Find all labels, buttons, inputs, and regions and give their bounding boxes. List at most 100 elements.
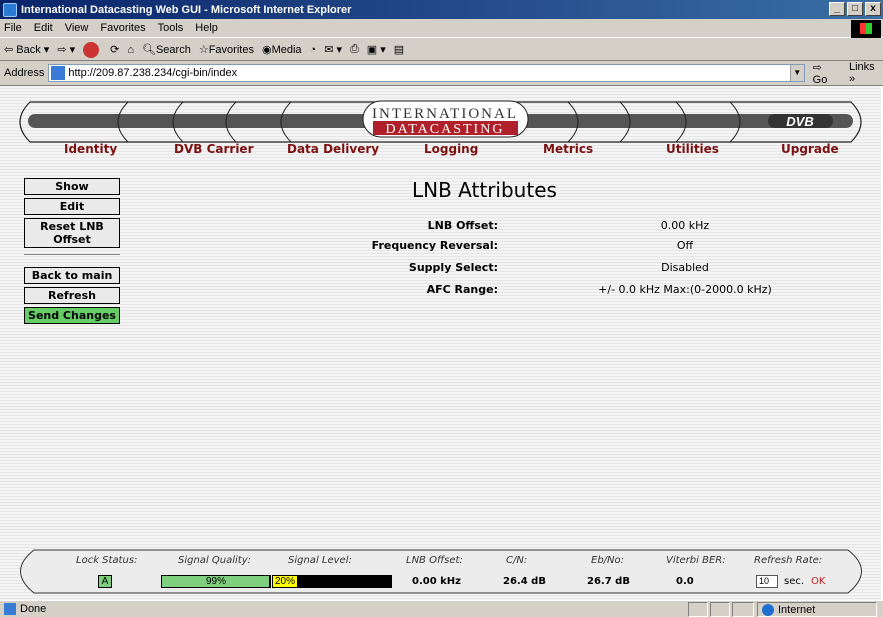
discuss-icon: ▤ — [393, 44, 405, 56]
signal-status-panel: Lock Status: Signal Quality: Signal Leve… — [6, 549, 876, 594]
edit-page-button[interactable]: ▣ ▾ — [367, 43, 386, 56]
media-icon: ◉ — [261, 44, 272, 56]
main-nav: Identity DVB Carrier Data Delivery Loggi… — [0, 142, 883, 160]
page-done-icon — [4, 603, 16, 615]
internet-globe-icon — [762, 603, 774, 616]
page-icon — [51, 66, 66, 80]
browser-toolbar: ⇦ Back ▾ ⇨ ▾ ⟳ ⌂ 🔍︎ Search ☆ Favorites ◉ Me… — [0, 39, 883, 61]
dvb-logo: DVB — [786, 114, 813, 129]
back-button[interactable]: ⇦ Back ▾ — [4, 43, 49, 57]
menu-favorites[interactable]: Favorites — [100, 22, 145, 34]
close-button[interactable]: x — [865, 2, 881, 16]
lnb-offset-value: 0.00 kHz — [412, 576, 461, 587]
mail-icon: ✉ ▾ — [324, 44, 342, 56]
lock-status-label: Lock Status: — [76, 555, 138, 566]
brand-international: INTERNATIONAL — [372, 106, 518, 122]
minimize-button[interactable]: _ — [829, 2, 845, 16]
status-done: Done — [4, 603, 46, 615]
links-button[interactable]: Links » — [849, 61, 883, 85]
nav-metrics[interactable]: Metrics — [543, 142, 593, 156]
address-url: http://209.87.238.234/cgi-bin/index — [68, 67, 238, 79]
nav-dvb-carrier[interactable]: DVB Carrier — [174, 142, 253, 156]
print-button[interactable]: ⎙ — [350, 43, 359, 56]
history-button[interactable]: ◔ — [310, 44, 317, 56]
lock-status-indicator: A — [98, 575, 112, 588]
word-icon: ▣ ▾ — [366, 44, 386, 56]
attr-value: Off — [676, 239, 694, 252]
lnb-offset-label: LNB Offset: — [406, 555, 463, 566]
security-zone: Internet — [757, 602, 877, 617]
address-bar: Address http://209.87.238.234/cgi-bin/in… — [0, 61, 883, 86]
refresh-unit: sec. — [784, 576, 805, 587]
attr-label: Supply Select: — [408, 261, 498, 274]
ie-icon — [3, 2, 17, 17]
attr-label: AFC Range: — [426, 283, 498, 296]
site-banner: INTERNATIONAL DATACASTING DVB — [19, 100, 862, 143]
refresh-icon: ⟳ — [110, 44, 120, 56]
menu-edit[interactable]: Edit — [34, 22, 53, 34]
attr-lnb-offset: LNB Offset: 0.00 kHz — [0, 219, 883, 235]
history-icon: ◔ — [309, 43, 317, 56]
nav-identity[interactable]: Identity — [64, 142, 117, 156]
show-button[interactable]: Show — [24, 178, 120, 195]
address-dropdown-button[interactable]: ▼ — [789, 65, 804, 81]
edit-button[interactable]: Edit — [24, 198, 120, 215]
nav-upgrade[interactable]: Upgrade — [781, 142, 839, 156]
forward-button[interactable]: ⇨ ▾ — [57, 43, 75, 56]
signal-quality-bar: 99% — [161, 575, 271, 588]
favorites-icon: ☆ — [198, 44, 209, 56]
home-button[interactable]: ⌂ — [127, 44, 134, 56]
window-titlebar: International Datacasting Web GUI - Micr… — [0, 0, 883, 19]
signal-level-bar: 20% — [272, 575, 392, 588]
attr-label: LNB Offset: — [427, 219, 498, 232]
nav-data-delivery[interactable]: Data Delivery — [287, 142, 379, 156]
forward-arrow-icon: ⇨ ▾ — [57, 44, 76, 56]
stop-icon — [83, 41, 100, 58]
refresh-ok-button[interactable]: OK — [811, 576, 825, 587]
nav-logging[interactable]: Logging — [424, 142, 478, 156]
page-viewport: INTERNATIONAL DATACASTING DVB Identity D… — [0, 85, 883, 600]
send-changes-button[interactable]: Send Changes — [24, 307, 120, 324]
menu-bar: File Edit View Favorites Tools Help — [0, 19, 883, 38]
viterbi-ber-value: 0.0 — [676, 576, 694, 587]
signal-level-value: 20% — [275, 576, 296, 587]
signal-level-label: Signal Level: — [288, 555, 352, 566]
page-title: LNB Attributes — [412, 178, 557, 202]
attr-frequency-reversal: Frequency Reversal: Off — [0, 239, 883, 255]
home-icon: ⌂ — [127, 43, 134, 56]
search-icon: 🔍︎ — [142, 44, 156, 56]
attr-supply-select: Supply Select: Disabled — [0, 261, 883, 277]
search-button[interactable]: 🔍︎ Search — [142, 43, 191, 57]
back-arrow-icon: ⇦ — [4, 44, 14, 56]
cn-value: 26.4 dB — [503, 576, 546, 587]
browser-statusbar: Done Internet — [0, 600, 883, 617]
attr-afc-range: AFC Range: +/- 0.0 kHz Max:(0-2000.0 kHz… — [0, 283, 883, 299]
maximize-button[interactable]: □ — [847, 2, 863, 16]
refresh-rate-input[interactable]: 10 — [756, 575, 778, 588]
signal-quality-value: 99% — [205, 576, 226, 587]
menu-file[interactable]: File — [4, 22, 22, 34]
discuss-button[interactable]: ▤ — [394, 43, 404, 56]
menu-tools[interactable]: Tools — [158, 22, 184, 34]
address-label: Address — [4, 67, 45, 79]
address-input[interactable]: http://209.87.238.234/cgi-bin/index ▼ — [48, 64, 805, 82]
window-title: International Datacasting Web GUI - Micr… — [21, 3, 352, 16]
mail-button[interactable]: ✉ ▾ — [324, 43, 342, 56]
media-button[interactable]: ◉ Media — [261, 43, 302, 57]
viterbi-ber-label: Viterbi BER: — [666, 555, 726, 566]
nav-utilities[interactable]: Utilities — [666, 142, 719, 156]
stop-button[interactable] — [83, 41, 102, 58]
go-arrow-icon: ⇨ — [812, 61, 822, 74]
windows-logo-icon — [851, 20, 881, 38]
signal-quality-label: Signal Quality: — [178, 555, 251, 566]
attr-value: Disabled — [661, 261, 709, 274]
refresh-browser-button[interactable]: ⟳ — [110, 43, 119, 56]
menu-view[interactable]: View — [65, 22, 89, 34]
go-button[interactable]: ⇨ Go — [813, 61, 839, 86]
menu-help[interactable]: Help — [195, 22, 218, 34]
favorites-button[interactable]: ☆ Favorites — [198, 43, 254, 57]
print-icon: ⎙ — [349, 43, 359, 55]
brand-datacasting: DATACASTING — [386, 122, 505, 137]
refresh-rate-label: Refresh Rate: — [754, 555, 823, 566]
ebno-value: 26.7 dB — [587, 576, 630, 587]
